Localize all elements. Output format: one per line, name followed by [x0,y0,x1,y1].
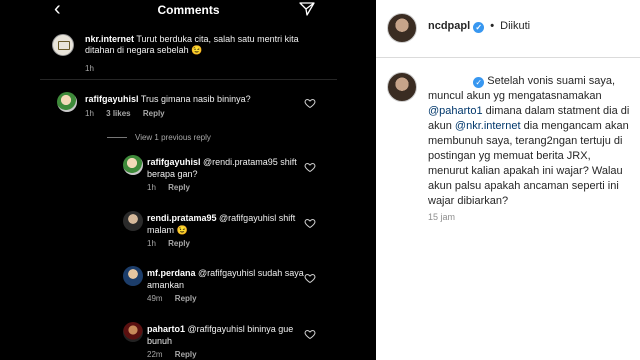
reply-time: 1h [147,239,156,248]
comment: rafifgayuhisl Trus gimana nasib bininya?… [40,88,337,128]
mention-link[interactable]: @nkr.internet [455,120,521,132]
comments-panel: ‹ Comments nkr.internet Turut berduka ci… [40,0,337,360]
reply-username[interactable]: paharto1 [147,324,185,334]
comment-likes[interactable]: 3 likes [106,109,130,118]
heart-icon[interactable] [304,272,316,284]
reply-time: 49m [147,294,163,303]
comment-username[interactable]: rafifgayuhisl [85,94,139,104]
following-button[interactable]: Diikuti [500,20,530,32]
post-username[interactable]: ncdpapl [428,20,470,32]
post-caption: nkr.internet Turut berduka cita, salah s… [40,24,337,80]
verified-icon: ✓ [473,77,485,88]
avatar[interactable] [52,34,74,56]
list-item: mf.perdana @rafifgayuhisl sudah saya ama… [40,264,337,306]
reply-mention[interactable]: @rendi.pratama95 [203,157,278,167]
post-time: 15 jam [428,212,456,222]
reply-time: 1h [147,183,156,192]
heart-icon[interactable] [304,97,316,109]
avatar[interactable] [123,211,143,231]
heart-icon[interactable] [304,328,316,340]
avatar[interactable] [123,266,143,286]
caption-username[interactable]: nkr.internet [85,34,134,44]
list-item: paharto1 @rafifgayuhisl bininya gue bunu… [40,320,337,360]
comment-text: Trus gimana nasib bininya? [140,94,251,104]
separator: • [490,20,495,32]
avatar[interactable] [387,13,417,43]
reply-mention[interactable]: @rafifgayuhisl [219,213,276,223]
comments-header: ‹ Comments [40,0,337,20]
reply-username[interactable]: mf.perdana [147,268,196,278]
reply-button[interactable]: Reply [175,350,197,359]
list-item: rendi.pratama95 @rafifgayuhisl shift mal… [40,209,337,251]
avatar[interactable] [57,92,77,112]
reply-mention[interactable]: @rafifgayuhisl [188,324,245,334]
reply-time: 22m [147,350,163,359]
avatar[interactable] [387,72,417,102]
verified-icon: ✓ [473,22,485,33]
list-item: rafifgayuhisl @rendi.pratama95 shift ber… [40,153,337,195]
send-icon[interactable] [299,1,315,17]
page-title: Comments [157,3,220,17]
reply-button[interactable]: Reply [168,239,190,248]
caption-username[interactable]: ncdpapl [428,75,470,87]
view-previous-replies[interactable]: View 1 previous reply [107,133,211,142]
post-header: ncdpapl ✓ • Diikuti [376,0,640,58]
comment-time: 1h [85,109,94,118]
reply-mention[interactable]: @rafifgayuhisl [198,268,255,278]
caption-time: 1h [85,64,94,73]
reply-username[interactable]: rafifgayuhisl [147,157,201,167]
reply-button[interactable]: Reply [175,294,197,303]
post-panel: ncdpapl ✓ • Diikuti ncdpapl ✓ Setelah voni… [376,0,640,360]
heart-icon[interactable] [304,217,316,229]
caption-text: dia mengancam akan membunuh saya, terang… [428,120,629,207]
avatar[interactable] [123,322,143,342]
reply-username[interactable]: rendi.pratama95 [147,213,217,223]
mention-link[interactable]: @paharto1 [428,105,483,117]
avatar[interactable] [123,155,143,175]
reply-button[interactable]: Reply [168,183,190,192]
reply-button[interactable]: Reply [143,109,165,118]
heart-icon[interactable] [304,161,316,173]
